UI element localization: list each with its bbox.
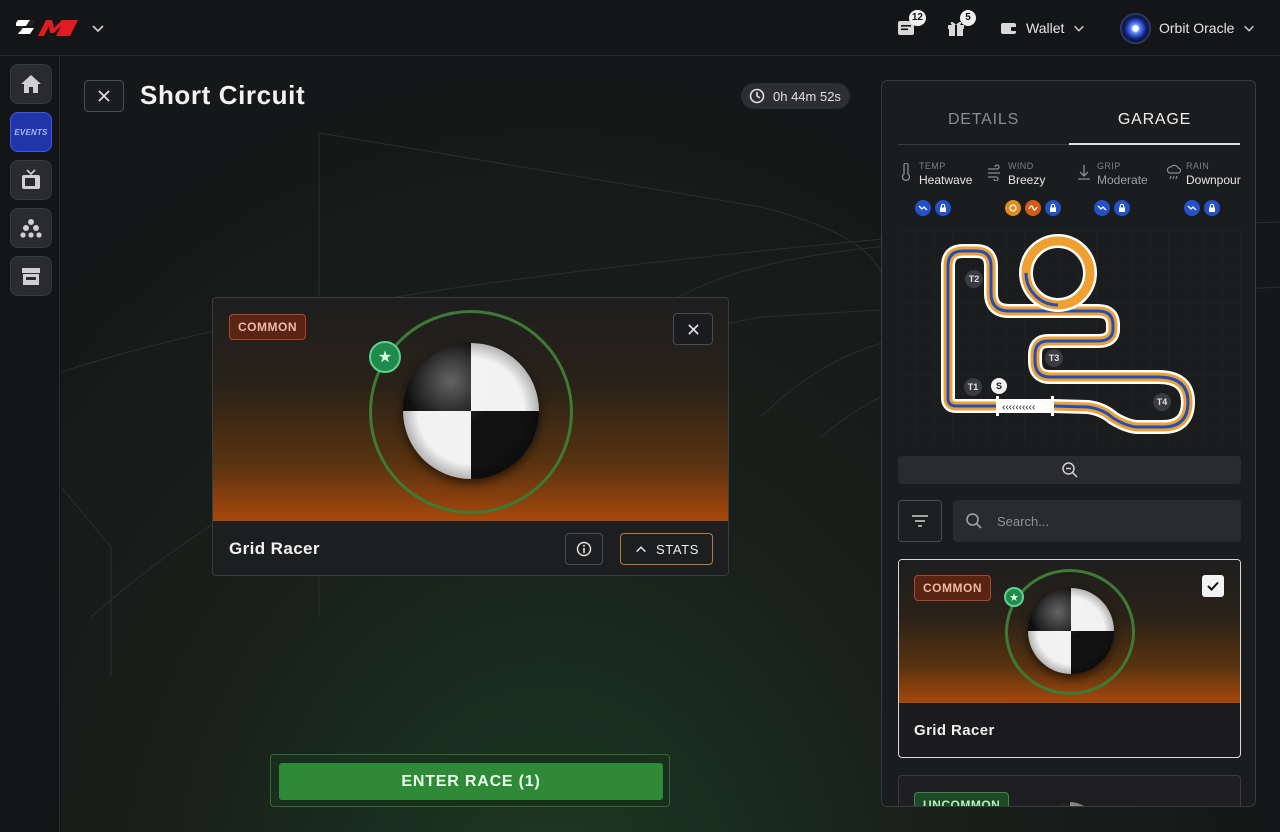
search-icon [966,513,982,529]
condition-rain: RAIN Downpour [1166,161,1241,187]
info-icon [576,541,592,557]
user-menu[interactable]: Orbit Oracle [1120,12,1256,44]
sidebar-item-label: EVENTS [14,127,48,137]
condition-label: GRIP [1097,161,1121,171]
enter-race-container: ENTER RACE (1) [270,754,670,807]
avatar [1120,12,1151,44]
user-name: Orbit Oracle [1159,20,1235,36]
shop-icon [22,268,40,285]
track-map: ‹‹‹‹‹‹‹‹‹‹ T1 T2 T3 T4 S [898,231,1241,446]
ball-image [1044,802,1096,806]
enter-race-button[interactable]: ENTER RACE (1) [279,763,663,800]
wave-icon [1025,200,1041,216]
track-marker-start: S [996,381,1002,391]
tab-garage[interactable]: GARAGE [1069,111,1240,129]
swap-icon [1005,200,1021,216]
sidebar-item-events[interactable]: EVENTS [10,112,52,152]
home-icon [21,75,41,93]
arrow-down-icon [1078,165,1090,180]
car-name: Grid Racer [229,539,320,558]
condition-label: TEMP [919,161,946,171]
condition-value: Breezy [1008,173,1046,187]
checkered-ball-image [1028,588,1114,674]
search-box [953,500,1241,542]
checkered-ball-image [403,343,539,479]
sidebar: EVENTS [0,56,60,832]
lock-icon [935,200,951,216]
rarity-badge: COMMON [914,575,991,601]
notifications-button[interactable]: 12 [896,10,926,38]
trend-down-icon [1184,200,1200,216]
top-bar: 12 5 Wallet Orbit Oracle [0,0,1280,56]
filter-icon [912,515,928,527]
page-title: Short Circuit [140,80,306,110]
zoom-out-button[interactable] [898,456,1241,484]
rarity-badge: UNCOMMON [914,792,1010,806]
wallet-icon [1001,23,1017,34]
sidebar-item-shop[interactable] [10,256,52,296]
condition-wind: WIND Breezy [988,161,1046,187]
gifts-badge: 5 [960,10,976,26]
wallet-label: Wallet [1026,20,1065,36]
condition-value: Heatwave [919,173,973,187]
gifts-button[interactable]: 5 [946,10,976,38]
search-input[interactable] [997,513,1217,529]
check-icon [1207,581,1219,591]
trend-down-icon [915,200,931,216]
condition-value: Downpour [1186,173,1241,187]
lock-icon [1114,200,1130,216]
condition-value: Moderate [1097,173,1148,187]
thermometer-icon [901,163,911,181]
garage-card[interactable]: UNCOMMON [898,775,1241,806]
close-race-button[interactable] [84,80,124,112]
tab-details[interactable]: DETAILS [898,111,1069,129]
condition-label: RAIN [1186,161,1210,171]
lock-icon [1045,200,1061,216]
wind-icon [988,164,1000,181]
track-marker-t2: T2 [969,274,980,284]
selected-checkbox[interactable] [1202,575,1224,597]
rarity-badge: COMMON [229,314,306,340]
sidebar-item-tv[interactable] [10,160,52,200]
sidebar-item-home[interactable] [10,64,52,104]
notifications-badge: 12 [908,10,926,26]
trend-down-icon [1094,200,1110,216]
community-icon [20,219,42,238]
star-icon: ★ [1004,587,1024,607]
selected-car-card: COMMON ★ Grid Racer STATS [212,297,729,576]
timer-value: 0h 44m 52s [773,88,841,104]
close-icon [98,90,110,102]
svg-text:‹‹‹‹‹‹‹‹‹‹: ‹‹‹‹‹‹‹‹‹‹ [1002,402,1035,413]
rain-cloud-icon [1166,164,1182,180]
track-marker-t1: T1 [968,382,979,392]
stats-label: STATS [656,541,699,557]
chevron-up-icon [636,546,646,553]
race-timer: 0h 44m 52s [741,83,850,109]
chevron-down-icon[interactable] [90,20,106,36]
tv-icon [22,169,40,189]
track-marker-t3: T3 [1049,353,1060,363]
zoom-out-icon [1061,462,1078,478]
track-marker-t4: T4 [1157,397,1168,407]
sidebar-item-community[interactable] [10,208,52,248]
brand-logo[interactable] [16,14,82,42]
car-name: Grid Racer [914,722,995,739]
chevron-down-icon [1244,25,1255,32]
garage-card-selected[interactable]: COMMON ★ Grid Racer [898,559,1241,758]
race-side-panel: DETAILS GARAGE TEMP Heatwave WIND Breezy… [881,80,1256,807]
stats-button[interactable]: STATS [620,533,713,565]
condition-temp: TEMP Heatwave [901,161,973,187]
active-tab-indicator [1069,143,1240,145]
close-icon [687,323,699,335]
info-button[interactable] [565,533,603,565]
lock-icon [1204,200,1220,216]
condition-label: WIND [1008,161,1034,171]
wallet-menu[interactable]: Wallet [1000,18,1086,38]
close-card-button[interactable] [673,313,713,345]
chevron-down-icon [1074,25,1085,32]
clock-icon [749,88,765,104]
star-icon: ★ [369,341,401,373]
condition-grip: GRIP Moderate [1078,161,1148,187]
filter-button[interactable] [898,500,942,542]
